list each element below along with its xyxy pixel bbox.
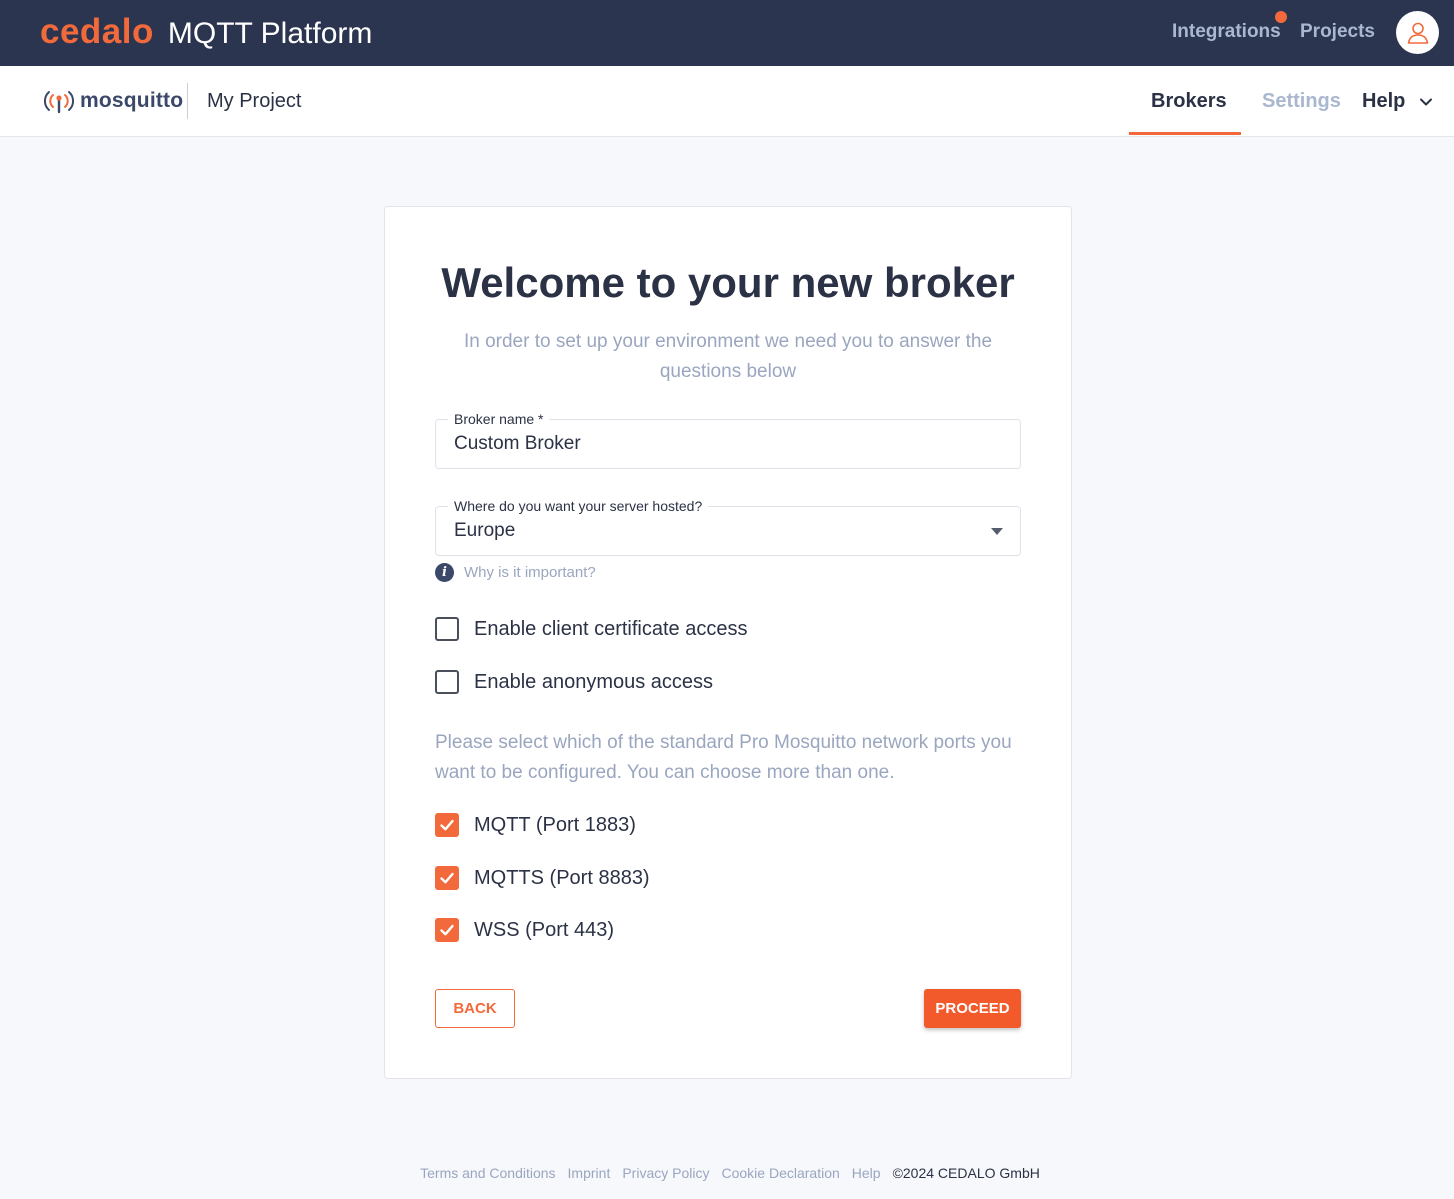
app-title: MQTT Platform bbox=[167, 17, 373, 50]
projects-link[interactable]: Projects bbox=[1300, 21, 1375, 43]
footer-link-cookies[interactable]: Cookie Declaration bbox=[721, 1165, 839, 1181]
user-avatar-button[interactable] bbox=[1396, 11, 1439, 54]
user-icon bbox=[1407, 22, 1428, 44]
footer-link-privacy[interactable]: Privacy Policy bbox=[622, 1165, 709, 1181]
mqtt-port-label: MQTT (Port 1883) bbox=[474, 813, 636, 836]
mqtts-port-label: MQTTS (Port 8883) bbox=[474, 866, 650, 889]
mqtt-port-checkbox-row[interactable]: MQTT (Port 1883) bbox=[435, 813, 636, 837]
footer-link-imprint[interactable]: Imprint bbox=[568, 1165, 611, 1181]
mqtt-port-checkbox[interactable] bbox=[435, 813, 459, 837]
page-title: Welcome to your new broker bbox=[441, 259, 1015, 306]
anonymous-access-checkbox-row[interactable]: Enable anonymous access bbox=[435, 670, 713, 694]
checkmark-icon bbox=[440, 924, 454, 936]
cedalo-logo: cedalo bbox=[40, 12, 154, 51]
tab-help-label: Help bbox=[1362, 90, 1406, 112]
region-value: Europe bbox=[454, 520, 516, 541]
anonymous-access-checkbox[interactable] bbox=[435, 670, 459, 694]
anonymous-access-label: Enable anonymous access bbox=[474, 670, 714, 693]
broker-name-label: Broker name * bbox=[448, 411, 550, 427]
tab-help[interactable]: Help bbox=[1362, 90, 1433, 113]
mqtts-port-checkbox[interactable] bbox=[435, 866, 459, 890]
active-tab-indicator bbox=[1129, 132, 1241, 135]
footer: Terms and Conditions Imprint Privacy Pol… bbox=[0, 1165, 1454, 1181]
hint-text: Why is it important? bbox=[464, 564, 596, 581]
broadcast-icon bbox=[43, 91, 75, 114]
mosquitto-wordmark: mosquitto bbox=[80, 89, 184, 112]
wss-port-checkbox[interactable] bbox=[435, 918, 459, 942]
client-certificate-checkbox-row[interactable]: Enable client certificate access bbox=[435, 617, 747, 641]
client-certificate-checkbox[interactable] bbox=[435, 617, 459, 641]
brand[interactable]: cedalo MQTT Platform bbox=[40, 12, 372, 52]
project-name[interactable]: My Project bbox=[207, 90, 301, 113]
checkmark-icon bbox=[440, 872, 454, 884]
ports-instructions: Please select which of the standard Pro … bbox=[435, 732, 1012, 783]
region-label: Where do you want your server hosted? bbox=[448, 498, 709, 514]
footer-link-help[interactable]: Help bbox=[852, 1165, 881, 1181]
integrations-link[interactable]: Integrations bbox=[1172, 21, 1281, 43]
setup-card: Welcome to your new broker In order to s… bbox=[384, 206, 1072, 1079]
tab-settings[interactable]: Settings bbox=[1262, 90, 1341, 113]
back-button[interactable]: BACK bbox=[435, 989, 515, 1028]
footer-link-terms[interactable]: Terms and Conditions bbox=[420, 1165, 555, 1181]
info-icon: i bbox=[435, 563, 454, 582]
region-select[interactable]: Where do you want your server hosted? Eu… bbox=[435, 498, 1021, 556]
wss-port-label: WSS (Port 443) bbox=[474, 918, 615, 941]
broker-name-field[interactable]: Broker name * Custom Broker bbox=[435, 411, 1021, 469]
page-subtitle: In order to set up your environment we n… bbox=[463, 331, 993, 382]
sub-navigation: mosquitto My Project Brokers Settings He… bbox=[0, 66, 1454, 137]
divider bbox=[187, 83, 188, 119]
mqtts-port-checkbox-row[interactable]: MQTTS (Port 8883) bbox=[435, 866, 650, 890]
dropdown-arrow-icon[interactable] bbox=[991, 528, 1003, 535]
copyright: ©2024 CEDALO GmbH bbox=[892, 1165, 1040, 1181]
broker-name-input[interactable]: Custom Broker bbox=[454, 433, 581, 455]
chevron-down-icon bbox=[1420, 98, 1433, 105]
wss-port-checkbox-row[interactable]: WSS (Port 443) bbox=[435, 918, 614, 942]
tab-brokers[interactable]: Brokers bbox=[1151, 90, 1227, 113]
proceed-button[interactable]: PROCEED bbox=[924, 989, 1021, 1028]
why-important-link[interactable]: i Why is it important? bbox=[435, 563, 596, 582]
notification-dot-icon bbox=[1275, 11, 1287, 23]
mosquitto-logo[interactable]: mosquitto bbox=[42, 88, 183, 114]
top-bar: cedalo MQTT Platform Integrations Projec… bbox=[0, 0, 1454, 66]
checkmark-icon bbox=[440, 819, 454, 831]
client-certificate-label: Enable client certificate access bbox=[474, 617, 748, 640]
